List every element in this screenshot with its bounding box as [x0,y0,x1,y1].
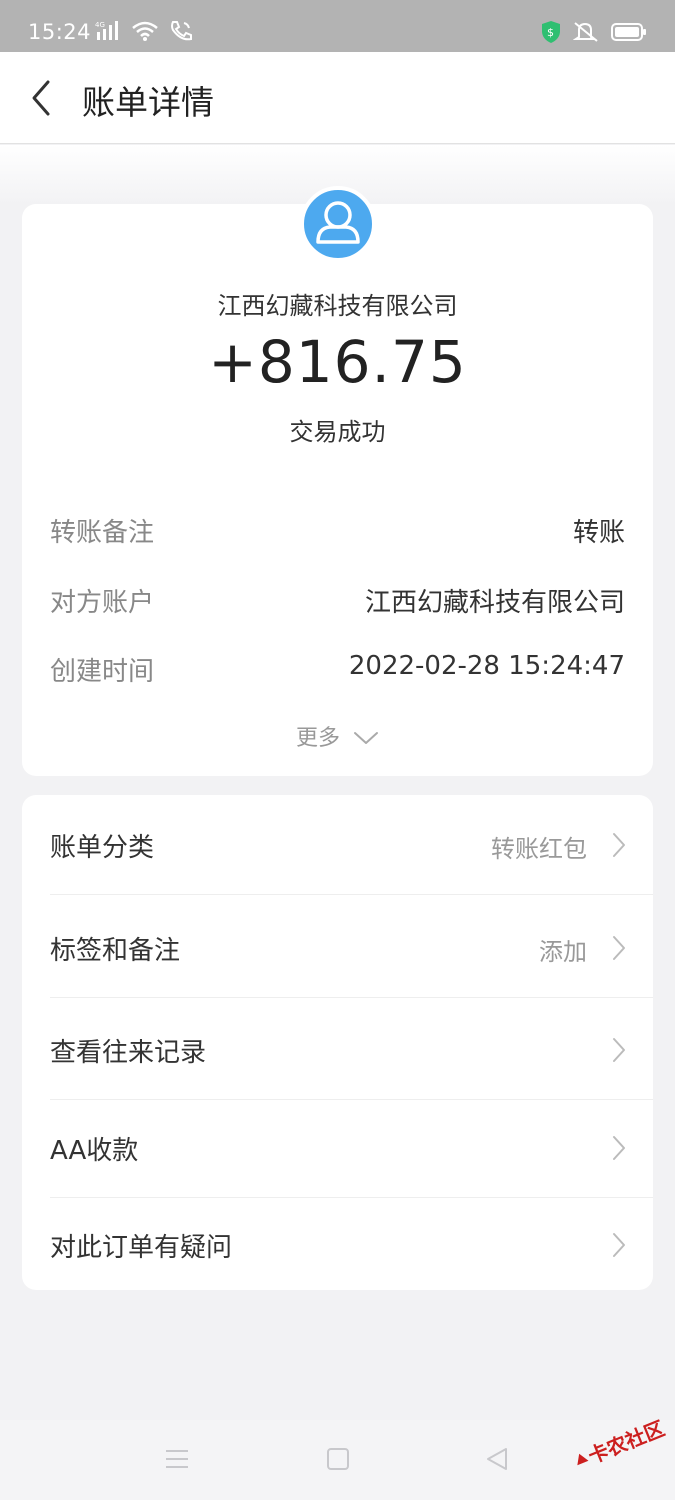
page-title: 账单详情 [82,83,214,122]
chevron-right-icon [611,1036,627,1068]
chevron-left-icon [32,80,50,116]
menu-label: AA收款 [50,1136,139,1166]
menu-nav-button[interactable] [164,1446,190,1476]
menu-item-question[interactable]: 对此订单有疑问 [22,1195,653,1290]
payer-name: 江西幻藏科技有限公司 [217,292,458,320]
menu-value: 转账红包 [491,835,587,863]
menu-item-history[interactable]: 查看往来记录 [22,1000,653,1100]
svg-text:4G: 4G [95,21,105,29]
menu-label: 查看往来记录 [50,1038,207,1068]
home-nav-button[interactable] [325,1446,351,1476]
back-nav-button[interactable] [484,1446,510,1476]
divider [50,997,653,998]
status-left-icons: 4G [95,19,193,46]
divider [50,894,653,895]
svg-text:$: $ [547,26,554,39]
chevron-right-icon [611,1231,627,1263]
menu-label: 对此订单有疑问 [50,1233,233,1263]
more-label: 更多 [295,726,340,751]
menu-item-category[interactable]: 账单分类 转账红包 [22,795,653,895]
signal-icon: 4G [95,20,121,46]
mute-icon [572,21,599,47]
chevron-right-icon [611,1134,627,1166]
options-card: 账单分类 转账红包 标签和备注 添加 查看往来记录 AA收款 对此订单有疑问 [22,795,653,1290]
chevron-right-icon [611,934,627,966]
status-bar: 15:24 4G $ [0,0,675,52]
menu-item-aa-collect[interactable]: AA收款 [22,1098,653,1198]
status-time: 15:24 [28,20,92,44]
menu-label: 标签和备注 [50,936,181,966]
detail-label: 创建时间 [50,657,155,687]
nav-bar: 账单详情 [0,52,675,144]
svg-text:卡农社区: 卡农社区 [585,1416,668,1468]
detail-row-created-time: 创建时间 2022-02-28 15:24:47 [50,651,625,691]
detail-value: 江西幻藏科技有限公司 [364,588,625,618]
detail-label: 对方账户 [50,588,155,618]
status-right-icons: $ [541,20,647,48]
detail-value: 2022-02-28 15:24:47 [348,651,625,681]
more-button[interactable]: 更多 [0,720,675,752]
transaction-status: 交易成功 [289,418,386,446]
back-button[interactable] [26,78,66,118]
user-avatar-icon [300,186,376,262]
detail-row-account: 对方账户 江西幻藏科技有限公司 [50,582,625,622]
wifi-icon [131,20,159,46]
hamburger-icon [166,1450,188,1468]
detail-label: 转账备注 [50,518,155,548]
battery-icon [611,22,647,46]
square-icon [327,1448,349,1470]
triangle-back-icon [487,1448,507,1470]
menu-item-tags-notes[interactable]: 标签和备注 添加 [22,898,653,998]
call-icon [169,19,193,46]
menu-value: 添加 [539,938,587,966]
chevron-down-icon [353,727,379,752]
detail-value: 转账 [572,518,625,548]
shield-icon: $ [541,20,561,48]
transaction-amount: +816.75 [208,328,467,396]
menu-label: 账单分类 [50,833,155,863]
detail-row-remark: 转账备注 转账 [50,512,625,552]
chevron-right-icon [611,831,627,863]
